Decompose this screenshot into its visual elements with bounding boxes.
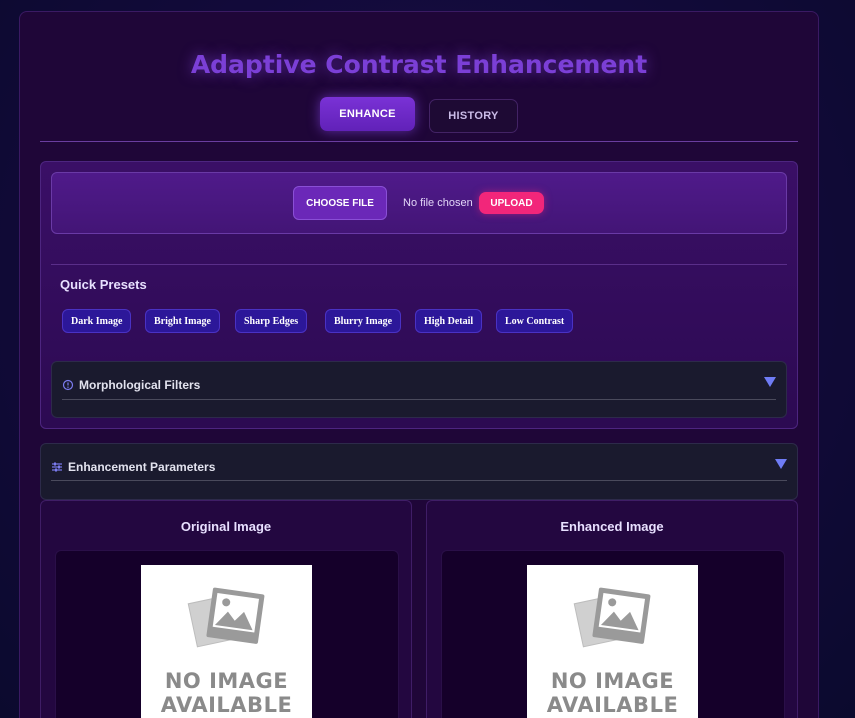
sliders-icon <box>51 461 63 473</box>
placeholder-line-1: NO IMAGE <box>550 669 675 693</box>
tab-enhance[interactable]: ENHANCE <box>320 97 415 131</box>
params-title: Enhancement Parameters <box>68 460 216 474</box>
original-image-card: Original Image NO IMAGE AVAILABLE <box>40 500 412 718</box>
params-header[interactable]: Enhancement Parameters <box>51 456 787 478</box>
params-divider <box>51 480 787 481</box>
original-image-title: Original Image <box>180 519 272 534</box>
filters-title: Morphological Filters <box>79 378 201 392</box>
placeholder-line-2: AVAILABLE <box>160 693 293 717</box>
filters-divider <box>62 399 776 400</box>
chevron-down-icon[interactable] <box>764 377 776 387</box>
placeholder-text: NO IMAGE AVAILABLE <box>141 669 312 717</box>
enhancement-parameters-accordion[interactable]: Enhancement Parameters <box>40 443 798 500</box>
chevron-down-icon[interactable] <box>775 459 787 469</box>
upload-panel: CHOOSE FILE No file chosen UPLOAD Quick … <box>40 161 798 429</box>
preset-sharp-edges[interactable]: Sharp Edges <box>235 309 308 333</box>
tab-divider <box>40 141 798 142</box>
main-card: Adaptive Contrast Enhancement ENHANCE HI… <box>19 11 819 718</box>
tab-history[interactable]: HISTORY <box>429 99 518 133</box>
enhanced-image-title: Enhanced Image <box>560 519 664 534</box>
filters-header[interactable]: Morphological Filters <box>62 374 776 396</box>
preset-bright-image[interactable]: Bright Image <box>145 309 220 333</box>
image-placeholder-icon <box>573 587 651 648</box>
section-divider <box>51 264 787 265</box>
preset-high-detail[interactable]: High Detail <box>415 309 483 333</box>
no-image-placeholder: NO IMAGE AVAILABLE <box>527 565 698 718</box>
original-image-frame: NO IMAGE AVAILABLE <box>55 550 399 718</box>
choose-file-button[interactable]: CHOOSE FILE <box>293 186 387 220</box>
preset-blurry-image[interactable]: Blurry Image <box>325 309 402 333</box>
upload-button[interactable]: UPLOAD <box>479 192 544 214</box>
preset-low-contrast[interactable]: Low Contrast <box>496 309 574 333</box>
placeholder-text: NO IMAGE AVAILABLE <box>527 669 698 717</box>
enhanced-image-card: Enhanced Image NO IMAGE AVAILABLE <box>426 500 798 718</box>
image-placeholder-icon <box>187 587 265 648</box>
placeholder-line-2: AVAILABLE <box>546 693 679 717</box>
file-upload-row: CHOOSE FILE No file chosen UPLOAD <box>51 172 787 234</box>
info-circle-icon <box>62 379 74 391</box>
no-image-placeholder: NO IMAGE AVAILABLE <box>141 565 312 718</box>
placeholder-line-1: NO IMAGE <box>164 669 289 693</box>
presets-title: Quick Presets <box>60 277 147 292</box>
enhanced-image-frame: NO IMAGE AVAILABLE <box>441 550 785 718</box>
morphological-filters-accordion[interactable]: Morphological Filters <box>51 361 787 418</box>
file-status-text: No file chosen <box>403 197 473 209</box>
preset-dark-image[interactable]: Dark Image <box>62 309 132 333</box>
tab-bar: ENHANCE HISTORY <box>20 97 818 137</box>
page-title: Adaptive Contrast Enhancement <box>190 50 648 79</box>
